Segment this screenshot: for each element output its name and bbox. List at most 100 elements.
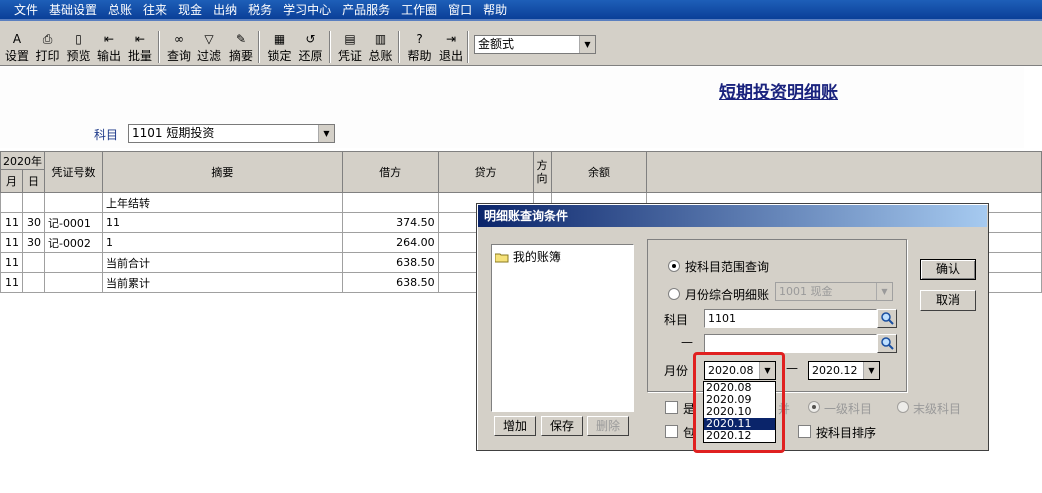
search-icon [881,312,894,325]
monthly-account-select[interactable]: 1001 现金 ▼ [775,282,893,301]
toolbar-button-label: 摘要 [228,49,253,63]
menu-item[interactable]: 总账 [108,1,132,18]
toolbar-separator [158,31,160,63]
toolbar-button-label: 查询 [166,49,191,63]
subject-from-input[interactable]: 1101 [704,309,877,328]
confirm-button[interactable]: 确认 [920,259,976,280]
row-debit: 638.50 [341,272,439,293]
page-title: 短期投资明细账 [719,83,838,103]
voucher-header: 凭证号数 [43,151,103,193]
menu-item[interactable]: 现金 [178,1,202,18]
blank-header [646,151,1042,193]
toolbar-button[interactable]: ▯ 预览 [64,31,93,65]
menu-item[interactable]: 文件 [14,1,38,18]
menu-bar: 文件 基础设置 总账 往来 现金 出纳 税务 学习中心 产品服务 工作圈 窗口 帮助 [0,0,1042,19]
toolbar-button[interactable]: ∞ 查询 [165,31,193,65]
radio-monthly-label: 月份综合明细账 [685,288,770,302]
toolbar-button[interactable]: ▦ 锁定 [265,31,294,65]
radio-monthly[interactable] [668,288,680,300]
row-summary: 1 [101,232,343,253]
menu-item[interactable]: 出纳 [213,1,237,18]
printer-icon: ⎙ [42,32,53,46]
option1-checkbox[interactable] [665,401,678,414]
sort-by-subject-label: 按科目排序 [816,426,877,440]
row-day [21,272,45,293]
dialog-title: 明细账查询条件 [478,205,987,227]
add-button[interactable]: 增加 [494,416,536,436]
radio-range-label: 按科目范围查询 [685,260,770,274]
subject-to-search-button[interactable] [877,334,897,353]
toolbar-button-label: 凭证 [337,49,362,63]
toolbar-button-label: 输出 [96,49,121,63]
toolbar-separator [329,31,331,63]
account-tree[interactable]: 我的账簿 [491,244,634,412]
settings-icon: A [12,32,22,46]
month-label: 月份 [664,364,689,378]
toolbar-button[interactable]: ▽ 过滤 [195,31,223,65]
menu-item[interactable]: 税务 [248,1,272,18]
toolbar-button[interactable]: ⇤ 输出 [95,31,123,65]
row-day [21,192,45,213]
row-debit [341,192,439,213]
row-summary: 上年结转 [101,192,343,213]
cancel-button[interactable]: 取消 [920,290,976,311]
tree-item-label: 我的账簿 [512,250,561,264]
month-to-select[interactable]: 2020.12 ▼ [808,361,880,380]
save-button[interactable]: 保存 [541,416,583,436]
row-voucher [43,272,103,293]
export-icon: ⇤ [103,32,115,46]
subject-to-input[interactable] [704,334,877,353]
row-summary: 当前累计 [101,272,343,293]
credit-header: 贷方 [437,151,534,193]
toolbar-button[interactable]: ↺ 还原 [296,31,325,65]
subject-from-label: 科目 [664,313,689,327]
sort-by-subject-checkbox[interactable] [798,425,811,438]
debit-header: 借方 [341,151,439,193]
toolbar-button-label: 设置 [4,49,29,63]
menu-item[interactable]: 窗口 [448,1,472,18]
toolbar-button[interactable]: A 设置 [3,31,31,65]
toolbar-button[interactable]: ⇥ 退出 [437,31,465,65]
row-month: 11 [0,252,23,273]
toolbar-button[interactable]: ▤ 凭证 [336,31,364,65]
toolbar-button[interactable]: ⇤ 批量 [125,31,155,65]
toolbar-separator [398,31,400,63]
row-month: 11 [0,232,23,253]
toolbar-button[interactable]: ? 帮助 [405,31,434,65]
row-voucher [43,192,103,213]
row-summary: 11 [101,212,343,233]
subject-select[interactable]: 1101 短期投资 ▼ [128,124,335,143]
subject-from-search-button[interactable] [877,309,897,328]
row-month [0,192,23,213]
menu-item[interactable]: 产品服务 [342,1,390,18]
row-day: 30 [21,212,45,233]
toolbar-button[interactable]: ▥ 总账 [366,31,395,65]
monthly-account-value: 1001 现金 [779,285,833,298]
subject-select-value: 1101 短期投资 [132,126,215,140]
binoculars-icon: ∞ [174,32,184,46]
radio-level1-label: 一级科目 [824,402,873,416]
delete-button[interactable]: 删除 [587,416,629,436]
toolbar-button[interactable]: ⎙ 打印 [33,31,62,65]
radio-last-level[interactable] [897,401,909,413]
tree-item[interactable]: 我的账簿 [494,248,561,265]
menu-item[interactable]: 基础设置 [49,1,97,18]
radio-last-level-label: 末级科目 [913,402,962,416]
radio-range[interactable] [668,260,680,272]
menu-item[interactable]: 帮助 [483,1,507,18]
filter-icon: ▽ [204,32,214,46]
toolbar-button[interactable]: ✎ 摘要 [227,31,255,65]
menu-item[interactable]: 学习中心 [283,1,331,18]
menu-item[interactable]: 工作圈 [401,1,437,18]
menu-item[interactable]: 往来 [143,1,167,18]
format-select[interactable]: 金额式 ▼ [474,35,596,54]
day-header: 日 [21,169,45,193]
subject-label: 科目 [94,128,119,142]
toolbar-button-label: 打印 [35,49,60,63]
chevron-down-icon: ▼ [876,283,892,300]
option2-checkbox[interactable] [665,425,678,438]
row-summary: 当前合计 [101,252,343,273]
search-icon [881,337,894,350]
radio-level1[interactable] [808,401,820,413]
toolbar-separator [467,31,469,63]
